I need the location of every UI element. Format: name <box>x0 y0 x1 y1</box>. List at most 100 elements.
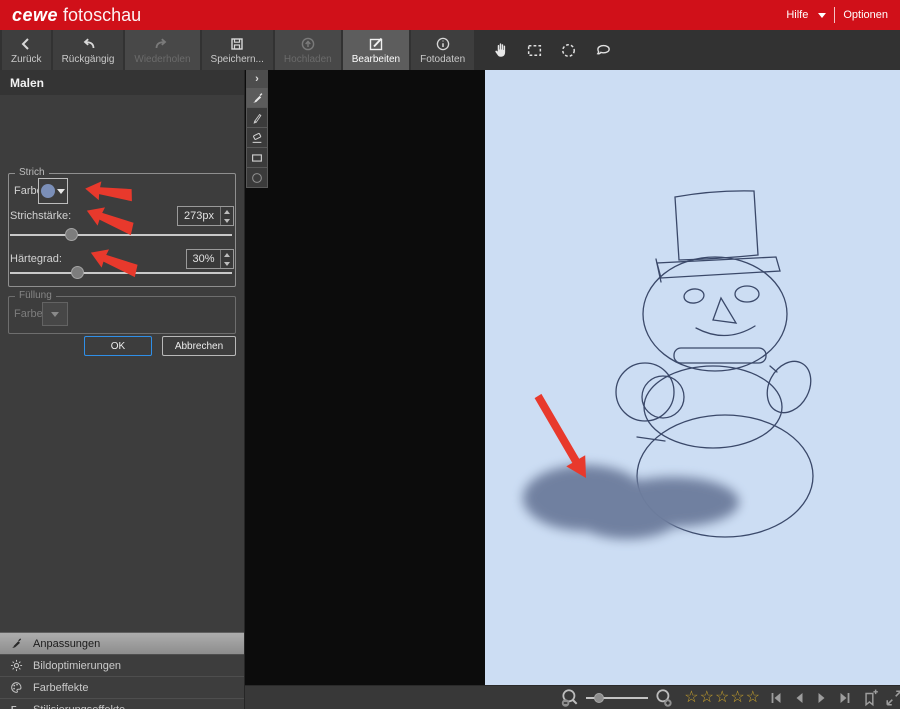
zoom-in-icon[interactable] <box>654 688 674 708</box>
sun-icon <box>10 659 23 672</box>
palette-icon <box>11 682 22 693</box>
redo-button[interactable]: Wiederholen <box>125 30 200 70</box>
last-photo-icon[interactable] <box>837 690 853 706</box>
brush-icon <box>253 92 263 102</box>
edit-button[interactable]: Bearbeiten <box>342 30 410 70</box>
stroke-group-label: Strich <box>15 167 49 178</box>
help-menu[interactable]: Hilfe <box>786 9 808 21</box>
redo-icon <box>156 38 167 48</box>
selection-tools <box>492 30 612 70</box>
stroke-width-slider-track[interactable] <box>10 234 232 236</box>
spin-up[interactable] <box>221 250 233 259</box>
back-chevron-icon <box>21 37 29 50</box>
spin-buttons <box>220 250 233 268</box>
back-button[interactable]: Zurück <box>2 30 51 70</box>
upload-button[interactable]: Hochladen <box>274 30 341 70</box>
hardness-spinner[interactable]: 30% <box>186 249 234 269</box>
paint-panel: Malen Strich Farbe: Strichstärke: 273px … <box>0 70 245 709</box>
main-toolbar: Zurück Rückgängig Wiederholen Speichern.… <box>0 30 900 70</box>
ellipse-icon <box>252 172 262 183</box>
brush-icon <box>11 638 22 648</box>
spin-down[interactable] <box>221 259 233 268</box>
hand-tool-icon[interactable] <box>492 42 509 59</box>
stroke-width-slider-handle[interactable] <box>65 228 78 241</box>
ellipse-select-icon[interactable] <box>560 42 577 59</box>
spin-up[interactable] <box>221 207 233 216</box>
star-icon[interactable]: ☆ <box>715 689 729 706</box>
fx-star-icon: F <box>11 704 17 709</box>
eraser-tool[interactable] <box>246 128 268 148</box>
chevron-down-icon <box>51 311 59 317</box>
eraser-icon <box>252 132 262 143</box>
drawing-toolstrip: › <box>246 70 268 188</box>
photodata-button[interactable]: Fotodaten <box>411 30 475 70</box>
previous-photo-icon[interactable] <box>791 690 807 706</box>
pencil-tool[interactable] <box>246 108 268 128</box>
svg-text:F: F <box>11 704 17 709</box>
star-icon[interactable]: ☆ <box>746 689 760 706</box>
chevron-down-icon[interactable] <box>818 12 827 18</box>
brand-bar: cewe fotoschau Hilfe Optionen <box>0 0 900 30</box>
upload-icon <box>301 37 315 50</box>
menu-divider <box>834 7 836 23</box>
star-icon[interactable]: ☆ <box>730 689 744 706</box>
editing-canvas[interactable]: › <box>245 70 900 685</box>
stroke-color-dropdown[interactable] <box>38 178 68 204</box>
ellipse-tool[interactable] <box>246 168 268 188</box>
collapse-panel-button[interactable]: › <box>246 70 268 88</box>
first-photo-icon[interactable] <box>768 690 784 706</box>
lasso-icon[interactable] <box>594 42 612 59</box>
category-stylize-effects[interactable]: F Stilisierungseffekte <box>0 698 244 709</box>
cancel-button[interactable]: Abbrechen <box>162 336 236 356</box>
rating-stars: ☆ ☆ ☆ ☆ ☆ <box>684 689 760 706</box>
paint-blob <box>523 465 739 539</box>
category-image-optimizations[interactable]: Bildoptimierungen <box>0 654 244 676</box>
rectangle-tool[interactable] <box>246 148 268 168</box>
panel-title: Malen <box>0 70 244 95</box>
zoom-slider-handle[interactable] <box>594 692 605 703</box>
save-button[interactable]: Speichern... <box>201 30 273 70</box>
bookmark-add-icon[interactable] <box>861 689 879 707</box>
spin-down[interactable] <box>221 216 233 225</box>
rectangle-icon <box>252 153 262 162</box>
edit-pencil-icon <box>369 37 383 50</box>
hardness-value: 30% <box>192 253 215 265</box>
next-photo-icon[interactable] <box>814 690 830 706</box>
category-color-effects[interactable]: Farbeffekte <box>0 676 244 698</box>
rect-select-icon[interactable] <box>526 42 543 59</box>
spin-buttons <box>220 207 233 225</box>
app-window: cewe fotoschau Hilfe Optionen Zurück Rüc… <box>0 0 900 709</box>
pencil-icon <box>253 113 262 124</box>
star-icon[interactable]: ☆ <box>684 689 698 706</box>
stroke-width-label: Strichstärke: <box>10 210 72 222</box>
hardness-label: Härtegrad: <box>10 253 62 265</box>
hardness-slider-handle[interactable] <box>71 266 84 279</box>
stroke-width-value: 273px <box>184 210 214 222</box>
zoom-out-icon[interactable] <box>560 688 580 708</box>
fill-color-dropdown[interactable] <box>42 302 68 326</box>
photo-image[interactable] <box>485 70 900 685</box>
bottom-bar: ☆ ☆ ☆ ☆ ☆ <box>245 685 900 709</box>
cewe-logo: cewe <box>12 4 59 25</box>
undo-icon <box>83 38 95 48</box>
ok-button[interactable]: OK <box>84 336 152 356</box>
undo-button[interactable]: Rückgängig <box>52 30 124 70</box>
stroke-width-spinner[interactable]: 273px <box>177 206 234 226</box>
options-menu[interactable]: Optionen <box>843 9 888 21</box>
hardness-slider-track[interactable] <box>10 272 232 274</box>
photo-navigation <box>768 690 853 706</box>
app-name: fotoschau <box>63 4 142 25</box>
fill-group-label: Füllung <box>15 290 56 301</box>
chevron-down-icon <box>57 188 65 194</box>
snowman-sketch <box>523 190 814 539</box>
save-floppy-icon <box>231 37 243 50</box>
fullscreen-icon[interactable] <box>885 689 900 707</box>
color-swatch <box>41 184 55 198</box>
star-icon[interactable]: ☆ <box>700 689 714 706</box>
zoom-slider[interactable] <box>586 691 649 705</box>
brush-tool[interactable] <box>246 88 268 108</box>
info-icon <box>436 37 449 50</box>
topbar-menu: Hilfe Optionen <box>786 7 888 23</box>
category-adjustments[interactable]: Anpassungen <box>0 632 244 654</box>
annotation-arrow <box>534 393 586 478</box>
